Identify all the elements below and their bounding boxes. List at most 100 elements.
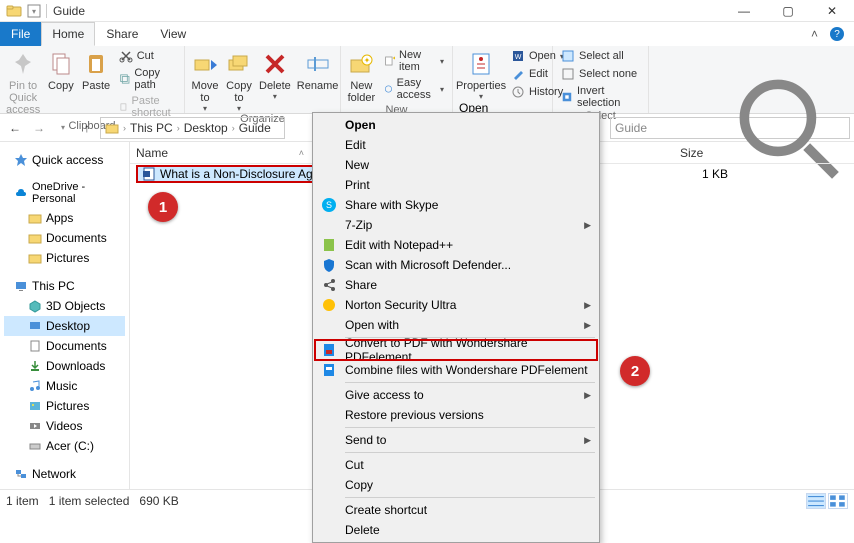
cm-7zip[interactable]: 7-Zip▶ [315, 215, 597, 235]
up-button[interactable]: ↑ [76, 117, 98, 139]
forward-button[interactable]: → [28, 117, 50, 139]
invert-selection-button[interactable]: Invert selection [559, 84, 642, 110]
nav-desktop[interactable]: Desktop [4, 316, 125, 336]
tab-view[interactable]: View [149, 22, 197, 46]
tab-share[interactable]: Share [95, 22, 149, 46]
ribbon: Pin to Quick access Copy Paste Cut Copy … [0, 46, 854, 114]
cm-open[interactable]: Open [315, 115, 597, 135]
chevron-right-icon: ▶ [584, 300, 591, 311]
select-none-icon [561, 67, 575, 81]
maximize-button[interactable]: ▢ [766, 0, 810, 22]
cm-edit[interactable]: Edit [315, 135, 597, 155]
cut-button[interactable]: Cut [117, 48, 178, 64]
cm-print[interactable]: Print [315, 175, 597, 195]
column-size[interactable]: Size [674, 146, 734, 160]
cm-cut[interactable]: Cut [315, 455, 597, 475]
recent-dropdown[interactable]: ▾ [52, 117, 74, 139]
nav-documents[interactable]: Documents [4, 228, 125, 248]
nav-apps[interactable]: Apps [4, 208, 125, 228]
open-icon: W [511, 49, 525, 63]
easy-access-button[interactable]: Easy access ▾ [382, 76, 446, 102]
nav-network[interactable]: Network [4, 464, 125, 484]
cm-give-access[interactable]: Give access to▶ [315, 385, 597, 405]
cm-send-to[interactable]: Send to▶ [315, 430, 597, 450]
docx-icon [142, 167, 156, 181]
svg-text:W: W [515, 54, 522, 61]
svg-text:✦: ✦ [364, 56, 371, 65]
copy-path-icon [119, 72, 131, 86]
cm-open-with[interactable]: Open with▶ [315, 315, 597, 335]
cm-restore[interactable]: Restore previous versions [315, 405, 597, 425]
search-box[interactable]: Guide [610, 117, 850, 139]
nav-music[interactable]: Music [4, 376, 125, 396]
back-button[interactable]: ← [4, 117, 26, 139]
move-to-button[interactable]: Move to▾ [191, 48, 219, 113]
status-size: 690 KB [139, 494, 188, 508]
window-title: Guide [47, 4, 85, 18]
chevron-right-icon: ▶ [584, 220, 591, 231]
star-icon [14, 153, 28, 167]
documents-icon [28, 339, 42, 353]
copy-to-button[interactable]: Copy to▾ [225, 48, 253, 113]
cm-share[interactable]: Share [315, 275, 597, 295]
cm-shortcut[interactable]: Create shortcut [315, 500, 597, 520]
minimize-button[interactable]: — [722, 0, 766, 22]
cm-defender[interactable]: Scan with Microsoft Defender... [315, 255, 597, 275]
copy-path-button[interactable]: Copy path [117, 66, 178, 92]
tab-home[interactable]: Home [41, 22, 95, 46]
cm-copy[interactable]: Copy [315, 475, 597, 495]
cm-new[interactable]: New [315, 155, 597, 175]
nav-onedrive[interactable]: OneDrive - Personal [4, 178, 125, 208]
tab-file[interactable]: File [0, 22, 41, 46]
title-bar: ▾ Guide — ▢ ✕ [0, 0, 854, 22]
pin-quick-access-button[interactable]: Pin to Quick access [6, 48, 40, 116]
new-item-icon: ✦ [384, 54, 395, 68]
select-all-button[interactable]: Select all [559, 48, 642, 64]
cm-norton[interactable]: Norton Security Ultra▶ [315, 295, 597, 315]
nav-documents2[interactable]: Documents [4, 336, 125, 356]
svg-text:✦: ✦ [392, 55, 395, 62]
help-icon[interactable]: ? [830, 27, 844, 41]
cm-notepadpp[interactable]: Edit with Notepad++ [315, 235, 597, 255]
new-folder-button[interactable]: ✦ New folder [347, 48, 376, 104]
rename-button[interactable]: Rename [297, 48, 339, 92]
share-icon [321, 277, 337, 293]
nav-pictures2[interactable]: Pictures [4, 396, 125, 416]
large-icons-view-button[interactable] [828, 493, 848, 509]
nav-quick-access[interactable]: Quick access [4, 150, 125, 170]
folder-icon [28, 231, 42, 245]
select-all-icon [561, 49, 575, 63]
drive-icon [28, 439, 42, 453]
nav-pictures[interactable]: Pictures [4, 248, 125, 268]
new-item-button[interactable]: ✦New item ▾ [382, 48, 446, 74]
nav-acer-drive[interactable]: Acer (C:) [4, 436, 125, 456]
pin-icon [9, 50, 37, 78]
delete-button[interactable]: Delete▾ [259, 48, 291, 101]
pdf-icon [321, 342, 337, 358]
easy-access-icon [384, 82, 393, 96]
paste-icon [82, 50, 110, 78]
folder-icon [6, 3, 22, 19]
cm-convert-pdf[interactable]: Convert to PDF with Wondershare PDFeleme… [315, 340, 597, 360]
properties-icon [467, 50, 495, 78]
ribbon-collapse-icon[interactable]: ˄ [811, 27, 818, 41]
copy-button[interactable]: Copy [46, 48, 75, 92]
nav-downloads[interactable]: Downloads [4, 356, 125, 376]
breadcrumb[interactable]: › This PC› Desktop› Guide [100, 117, 285, 139]
paste-button[interactable]: Paste [81, 48, 110, 92]
close-button[interactable]: ✕ [810, 0, 854, 22]
details-view-button[interactable] [806, 493, 826, 509]
properties-button[interactable]: Properties▾ [459, 48, 503, 101]
cm-skype[interactable]: SShare with Skype [315, 195, 597, 215]
column-name[interactable]: Name˄ [130, 146, 310, 160]
cm-combine-pdf[interactable]: Combine files with Wondershare PDFelemen… [315, 360, 597, 380]
nav-videos[interactable]: Videos [4, 416, 125, 436]
edit-icon [511, 67, 525, 81]
qat-dropdown-icon[interactable]: ▾ [26, 3, 42, 19]
status-selected: 1 item selected [49, 494, 140, 508]
nav-this-pc[interactable]: This PC [4, 276, 125, 296]
ribbon-tabs: File Home Share View ˄ ? [0, 22, 854, 46]
select-none-button[interactable]: Select none [559, 66, 642, 82]
nav-3d-objects[interactable]: 3D Objects [4, 296, 125, 316]
cm-delete[interactable]: Delete [315, 520, 597, 540]
